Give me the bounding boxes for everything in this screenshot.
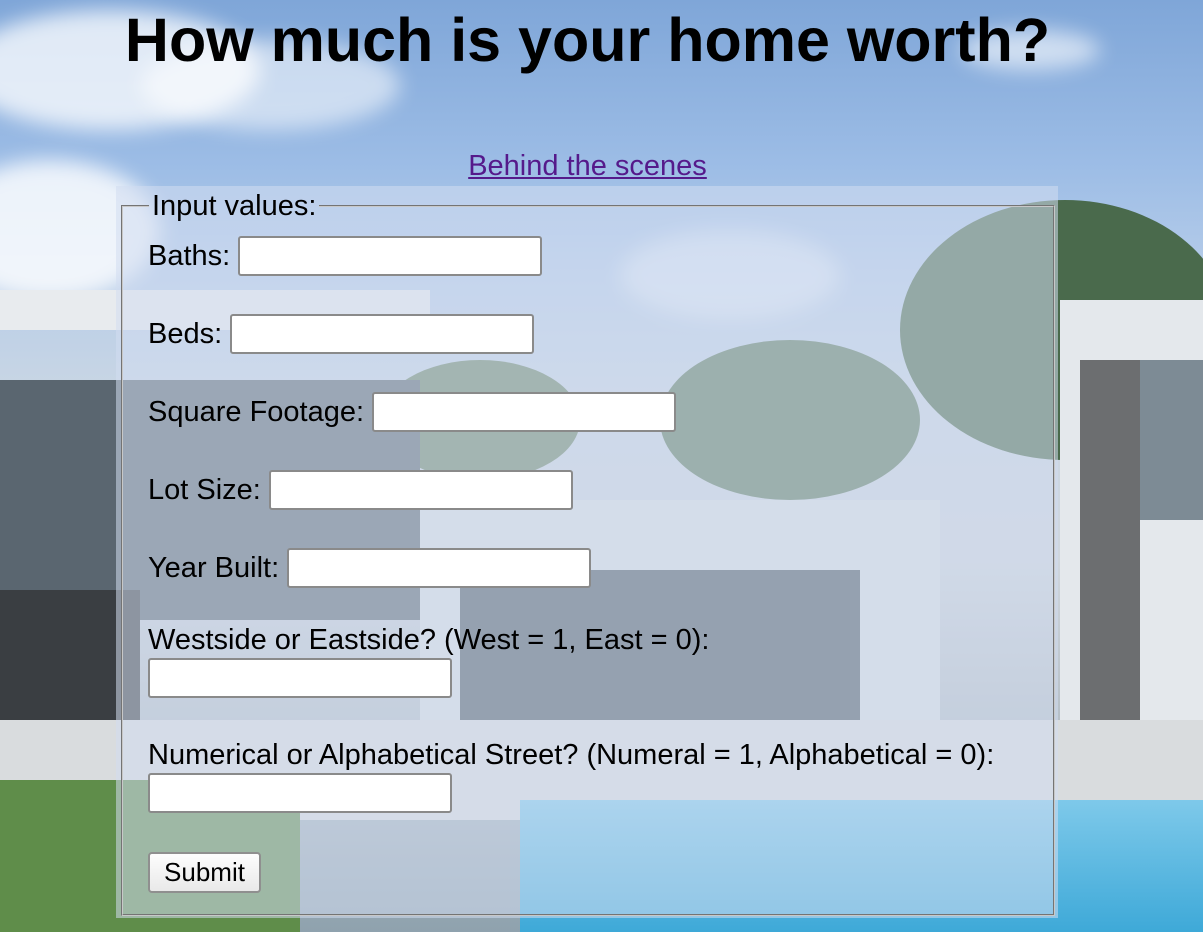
lot-size-input[interactable] <box>268 470 573 510</box>
west-east-label: Westside or Eastside? (West = 1, East = … <box>148 624 710 656</box>
street-type-label: Numerical or Alphabetical Street? (Numer… <box>148 739 995 771</box>
beds-row: Beds: <box>148 314 535 354</box>
behind-the-scenes-link[interactable]: Behind the scenes <box>468 150 707 182</box>
street-type-row: Numerical or Alphabetical Street? (Numer… <box>148 737 1028 813</box>
baths-input[interactable] <box>238 236 543 276</box>
lot-size-label: Lot Size: <box>148 474 261 506</box>
year-built-input[interactable] <box>287 548 592 588</box>
square-footage-input[interactable] <box>372 392 677 432</box>
link-line: Behind the scenes <box>0 148 1175 184</box>
street-type-input[interactable] <box>148 773 452 813</box>
baths-row: Baths: <box>148 236 543 276</box>
square-footage-row: Square Footage: <box>148 392 677 432</box>
beds-label: Beds: <box>148 318 223 350</box>
baths-label: Baths: <box>148 240 231 272</box>
west-east-row: Westside or Eastside? (West = 1, East = … <box>148 622 1028 698</box>
square-footage-label: Square Footage: <box>148 396 365 428</box>
year-built-row: Year Built: <box>148 548 592 588</box>
page-title: How much is your home worth? <box>124 6 1051 74</box>
year-built-label: Year Built: <box>148 552 280 584</box>
page-content: How much is your home worth? Behind the … <box>0 0 1203 932</box>
beds-input[interactable] <box>230 314 535 354</box>
submit-button[interactable]: Submit <box>148 852 261 893</box>
fieldset-legend: Input values: <box>152 190 317 222</box>
lot-size-row: Lot Size: <box>148 470 573 510</box>
west-east-input[interactable] <box>148 658 452 698</box>
